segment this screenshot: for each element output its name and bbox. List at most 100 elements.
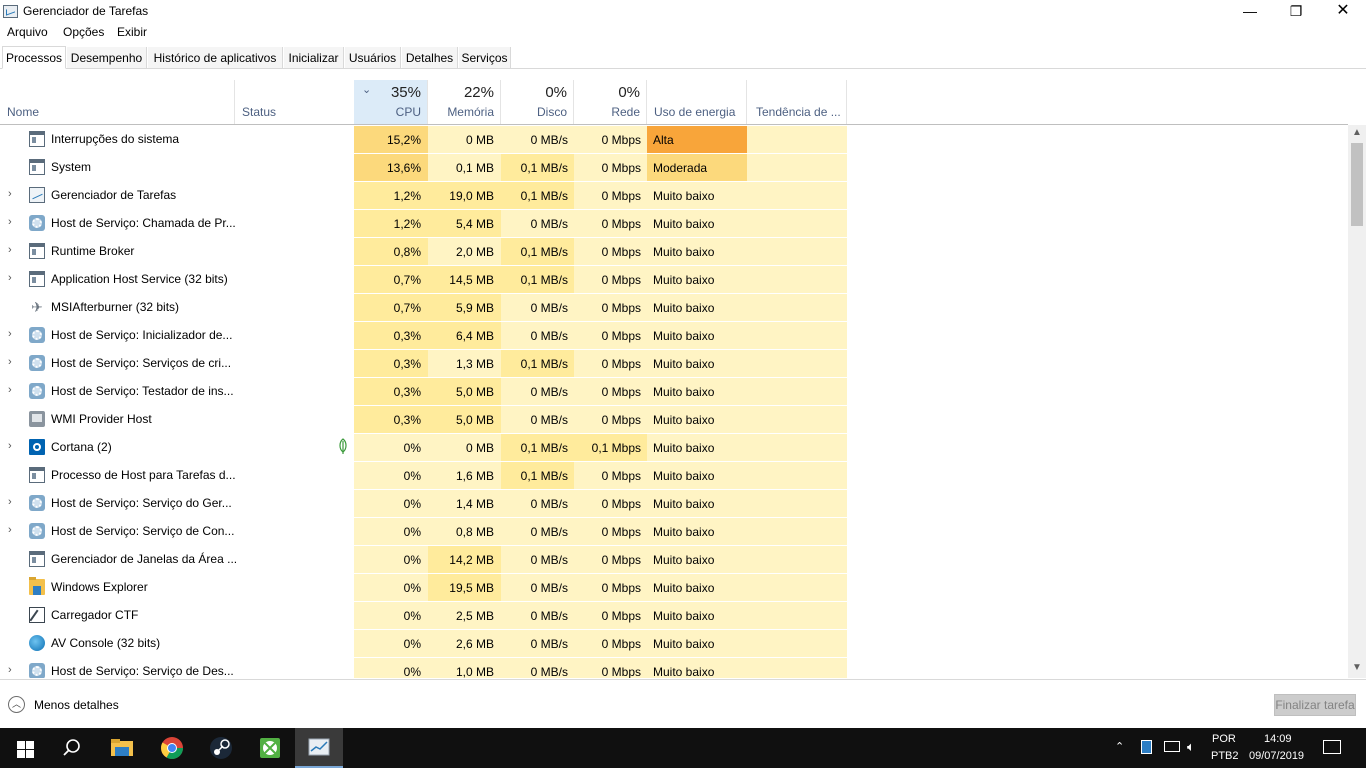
table-row[interactable]: › Host de Serviço: Chamada de Pr... 1,2% 5,…: [0, 209, 1348, 237]
tab-desempenho[interactable]: Desempenho: [67, 47, 147, 68]
search-icon[interactable]: [48, 728, 96, 768]
disk-label: Disco: [536, 105, 567, 119]
table-row[interactable]: Interrupções do sistema 15,2% 0 MB 0 MB/s 0 …: [0, 125, 1348, 153]
table-row[interactable]: › Cortana (2) 0% 0 MB 0,1 MB/s 0,1 Mbps Muito …: [0, 433, 1348, 461]
title-bar: Gerenciador de Tarefas — ❐ ✕: [0, 0, 1366, 24]
table-row[interactable]: Windows Explorer 0% 19,5 MB 0 MB/s 0 Mbps Mui…: [0, 573, 1348, 601]
table-row[interactable]: › Application Host Service (32 bits) 0,7% 1…: [0, 265, 1348, 293]
table-row[interactable]: Gerenciador de Janelas da Área ... 0% 14,2…: [0, 545, 1348, 573]
network-cell: 0 Mbps: [574, 349, 647, 377]
gear-icon: [29, 355, 45, 371]
chevron-right-icon[interactable]: ›: [8, 525, 16, 536]
cpu-cell: 0%: [354, 657, 428, 678]
minimize-button[interactable]: —: [1227, 0, 1273, 24]
scroll-up-icon[interactable]: ▲: [1348, 127, 1366, 141]
cpu-cell: 0%: [354, 433, 428, 461]
restore-button[interactable]: ❐: [1273, 0, 1319, 24]
table-row[interactable]: WMI Provider Host 0,3% 5,0 MB 0 MB/s 0 Mbps M…: [0, 405, 1348, 433]
volume-icon[interactable]: 🔈︎: [1187, 739, 1195, 755]
chevron-right-icon[interactable]: ›: [8, 189, 16, 200]
chrome-icon[interactable]: [148, 728, 196, 768]
tab-detalhes[interactable]: Detalhes: [402, 47, 458, 68]
disk-cell: 0 MB/s: [501, 517, 574, 545]
disk-cell: 0 MB/s: [501, 293, 574, 321]
menu-exibir[interactable]: Exibir: [117, 25, 147, 39]
notification-icon[interactable]: [1323, 740, 1341, 754]
menu-opcoes[interactable]: Opções: [63, 25, 104, 39]
network-icon[interactable]: [1164, 741, 1180, 752]
tab-usuarios[interactable]: Usuários: [345, 47, 401, 68]
language-label[interactable]: POR: [1212, 733, 1236, 745]
table-row[interactable]: › Runtime Broker 0,8% 2,0 MB 0,1 MB/s 0 Mbps M…: [0, 237, 1348, 265]
network-cell: 0 Mbps: [574, 629, 647, 657]
chevron-right-icon[interactable]: ›: [8, 441, 16, 452]
chevron-right-icon[interactable]: ›: [8, 385, 16, 396]
less-details-link[interactable]: Menos detalhes: [34, 698, 119, 712]
column-header-disk[interactable]: 0% Disco: [501, 80, 574, 124]
table-row[interactable]: › Host de Serviço: Serviço de Con... 0% 0,8…: [0, 517, 1348, 545]
table-row[interactable]: › Host de Serviço: Inicializador de... 0,3…: [0, 321, 1348, 349]
window-icon: [29, 243, 45, 259]
clock-date[interactable]: 09/07/2019: [1249, 750, 1304, 762]
device-icon[interactable]: [1141, 740, 1152, 754]
chevron-right-icon[interactable]: ›: [8, 245, 16, 256]
memory-cell: 5,0 MB: [428, 405, 501, 433]
energy-cell: Muito baixo: [647, 517, 747, 545]
chevron-right-icon[interactable]: ›: [8, 665, 16, 676]
column-header-network[interactable]: 0% Rede: [574, 80, 647, 124]
tab-servicos[interactable]: Serviços: [459, 47, 511, 68]
column-header-memory[interactable]: 22% Memória: [428, 80, 501, 124]
table-row[interactable]: ✈ MSIAfterburner (32 bits) 0,7% 5,9 MB 0 MB/…: [0, 293, 1348, 321]
table-row[interactable]: System 13,6% 0,1 MB 0,1 MB/s 0 Mbps Moderada: [0, 153, 1348, 181]
end-task-button[interactable]: Finalizar tarefa: [1274, 694, 1356, 716]
start-icon[interactable]: [0, 728, 48, 768]
keyboard-label[interactable]: PTB2: [1211, 750, 1239, 762]
table-row[interactable]: › Host de Serviço: Testador de ins... 0,3%…: [0, 377, 1348, 405]
scroll-down-icon[interactable]: ▼: [1348, 662, 1366, 676]
table-row[interactable]: › Host de Serviço: Serviços de cri... 0,3%…: [0, 349, 1348, 377]
energy-trend-cell: [747, 237, 847, 265]
task-manager-taskbar-icon[interactable]: [295, 728, 343, 768]
column-header-energy[interactable]: Uso de energia: [647, 80, 747, 124]
column-header-status[interactable]: Status: [235, 80, 354, 124]
table-row[interactable]: › Host de Serviço: Serviço do Ger... 0% 1,4…: [0, 489, 1348, 517]
chevron-right-icon[interactable]: ›: [8, 217, 16, 228]
table-row[interactable]: AV Console (32 bits) 0% 2,6 MB 0 MB/s 0 Mbps…: [0, 629, 1348, 657]
file-explorer-icon[interactable]: [98, 728, 146, 768]
chevron-right-icon[interactable]: ›: [8, 329, 16, 340]
table-row[interactable]: › Gerenciador de Tarefas 1,2% 19,0 MB 0,1 MB…: [0, 181, 1348, 209]
energy-trend-cell: [747, 517, 847, 545]
scroll-thumb[interactable]: [1351, 143, 1363, 226]
chevron-up-icon[interactable]: ︿: [8, 696, 25, 713]
menu-arquivo[interactable]: Arquivo: [7, 25, 48, 39]
tab-processos[interactable]: Processos: [2, 46, 66, 69]
column-header-cpu[interactable]: ⌄ 35% CPU: [354, 80, 428, 124]
disk-cell: 0 MB/s: [501, 545, 574, 573]
cpu-cell: 0%: [354, 489, 428, 517]
vertical-scrollbar[interactable]: ▲ ▼: [1348, 125, 1366, 678]
xbox-icon[interactable]: [246, 728, 294, 768]
clock-time[interactable]: 14:09: [1264, 733, 1292, 745]
window-icon: [29, 551, 45, 567]
table-row[interactable]: Processo de Host para Tarefas d... 0% 1,6 …: [0, 461, 1348, 489]
chevron-right-icon[interactable]: ›: [8, 497, 16, 508]
column-header-trend[interactable]: Tendência de ...: [747, 80, 847, 124]
energy-trend-cell: [747, 545, 847, 573]
column-header-name[interactable]: Nome: [0, 80, 235, 124]
cpu-cell: 0,8%: [354, 237, 428, 265]
process-name: Application Host Service (32 bits): [51, 272, 228, 286]
cpu-cell: 0,3%: [354, 405, 428, 433]
close-button[interactable]: ✕: [1320, 0, 1366, 24]
tab-historico[interactable]: Histórico de aplicativos: [148, 47, 283, 68]
chevron-right-icon[interactable]: ›: [8, 357, 16, 368]
energy-cell: Muito baixo: [647, 489, 747, 517]
memory-cell: 1,6 MB: [428, 461, 501, 489]
chevron-up-tray-icon[interactable]: ⌃: [1115, 740, 1124, 753]
table-row[interactable]: Carregador CTF 0% 2,5 MB 0 MB/s 0 Mbps Muito …: [0, 601, 1348, 629]
tab-inicializar[interactable]: Inicializar: [284, 47, 344, 68]
memory-cell: 5,4 MB: [428, 209, 501, 237]
chevron-right-icon[interactable]: ›: [8, 273, 16, 284]
suspended-leaf-icon: [337, 438, 349, 454]
table-row[interactable]: › Host de Serviço: Serviço de Des... 0% 1,0…: [0, 657, 1348, 678]
steam-icon[interactable]: [197, 728, 245, 768]
